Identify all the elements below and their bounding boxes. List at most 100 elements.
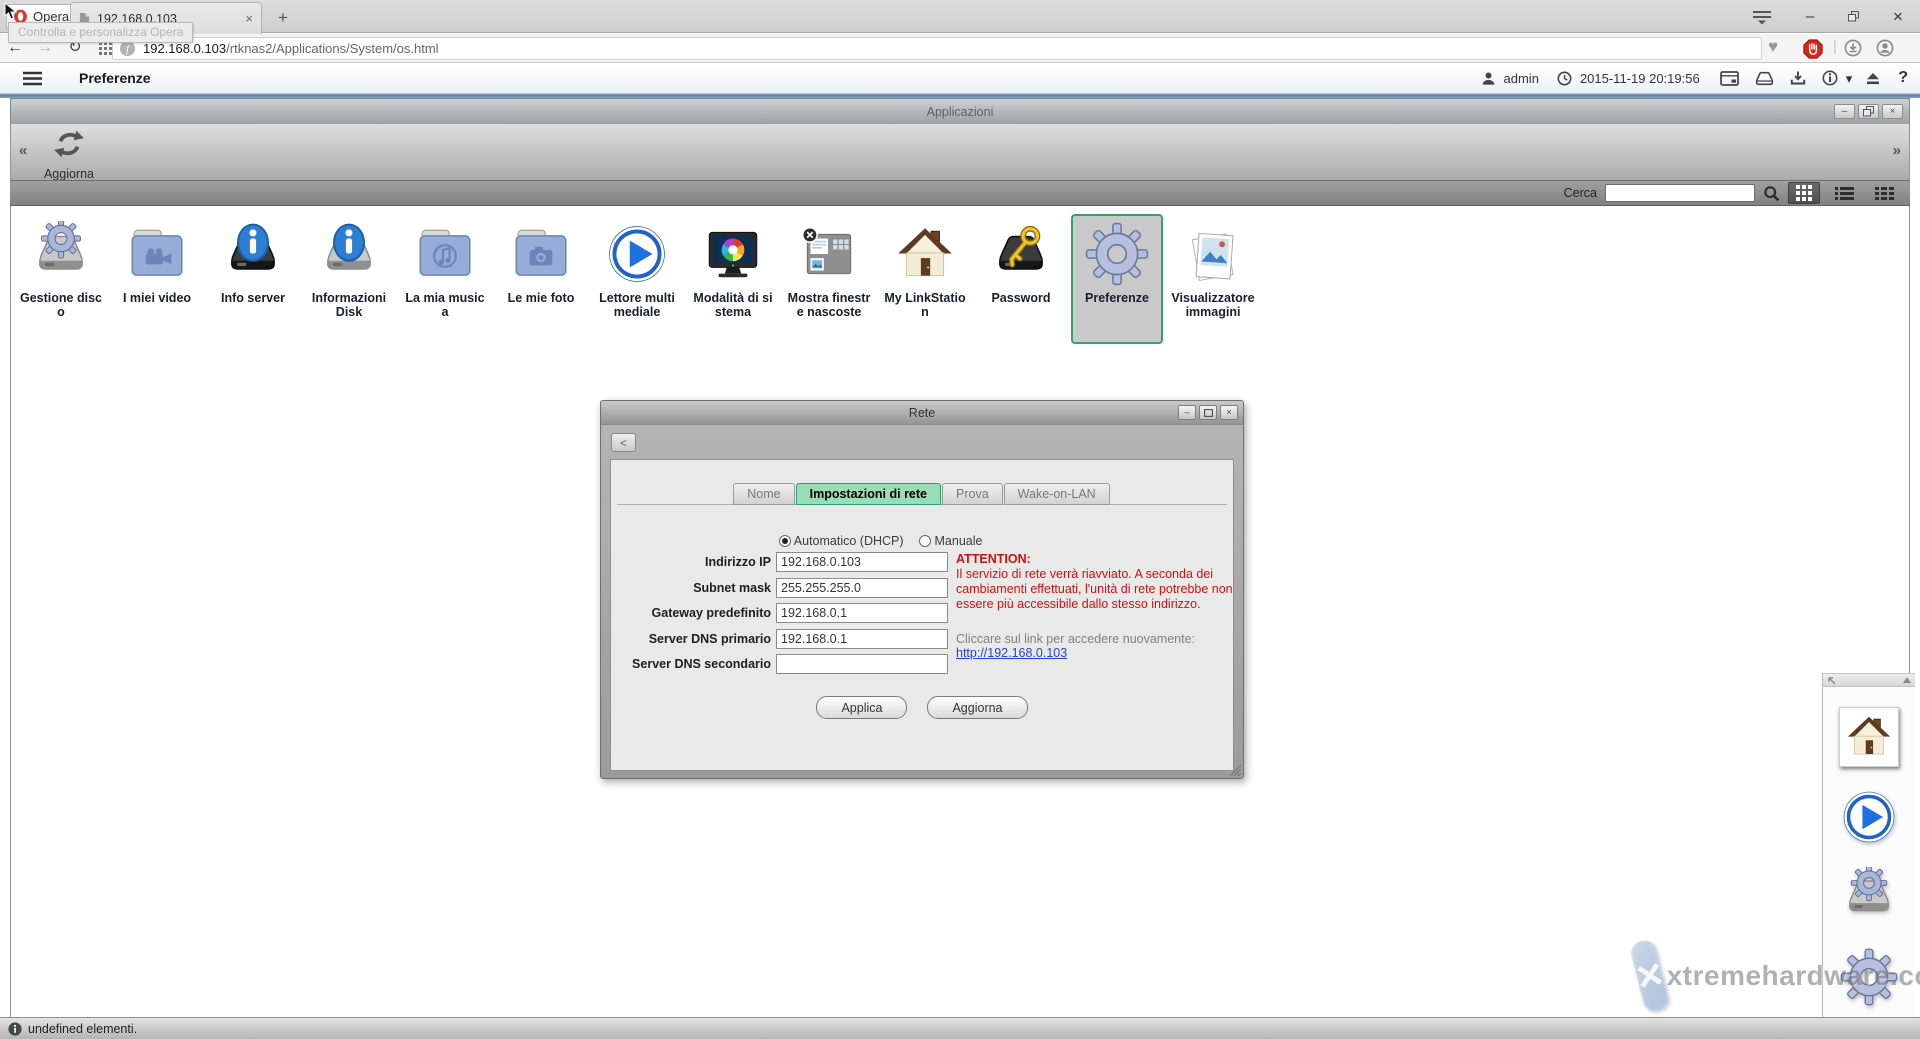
applications-window-titlebar[interactable]: Applicazioni – ×: [10, 98, 1910, 124]
hidden-windows-icon: [787, 221, 871, 287]
server-dns-secondario-input[interactable]: [776, 654, 948, 674]
app-folder-video[interactable]: I miei video: [111, 214, 203, 312]
dhcp-radio[interactable]: [779, 535, 791, 547]
disk-gear-icon: [1839, 867, 1899, 927]
gear-icon: [1839, 947, 1899, 1007]
refresh-button[interactable]: Aggiorna: [37, 128, 101, 181]
app-label: La mia musica: [403, 291, 487, 319]
tab-impostazioni-di-rete[interactable]: Impostazioni di rete: [796, 483, 941, 505]
server-dns-secondario-label: Server DNS secondario: [611, 657, 771, 671]
app-folder-music[interactable]: La mia musica: [399, 214, 491, 326]
user-name[interactable]: admin: [1504, 71, 1539, 86]
help-button[interactable]: ?: [1898, 69, 1908, 87]
refresh-dialog-button[interactable]: Aggiorna: [927, 696, 1027, 719]
scroll-up-icon[interactable]: [1903, 677, 1911, 683]
browser-menu-icon[interactable]: [1740, 0, 1784, 33]
restore-icon: [1848, 11, 1860, 22]
tab-nome[interactable]: Nome: [733, 483, 794, 505]
window-minimize-button[interactable]: –: [1788, 0, 1832, 33]
download-tray-icon[interactable]: [1790, 70, 1806, 86]
collapse-left-chevron[interactable]: «: [19, 142, 27, 159]
relogin-text: Cliccare sul link per accedere nuovament…: [956, 632, 1195, 646]
folder-photo-icon: [499, 221, 583, 287]
window-restore-button[interactable]: [1832, 0, 1876, 33]
app-home[interactable]: My LinkStation: [879, 214, 971, 326]
app-label: Preferenze: [1075, 291, 1159, 305]
app-gear[interactable]: Preferenze: [1071, 214, 1163, 344]
search-label: Cerca: [1564, 186, 1597, 200]
view-list-button[interactable]: [1828, 182, 1860, 204]
tab-prova[interactable]: Prova: [942, 483, 1003, 505]
close-icon: ×: [1890, 107, 1896, 117]
app-disk-info[interactable]: Informazioni Disk: [303, 214, 395, 326]
app-folder-photo[interactable]: Le mie foto: [495, 214, 587, 312]
dock-disk-gear[interactable]: [1823, 867, 1915, 927]
app-label: Mostra finestre nascoste: [787, 291, 871, 319]
desktop-window-icon[interactable]: [1720, 71, 1739, 86]
dialog-minimize-button[interactable]: –: [1178, 405, 1196, 420]
hamburger-menu-icon[interactable]: [22, 71, 43, 86]
bookmark-heart-icon[interactable]: ♥: [1768, 38, 1778, 55]
gateway-predefinito-input[interactable]: [776, 603, 948, 623]
minimize-icon: –: [1806, 9, 1814, 24]
dialog-titlebar[interactable]: Rete – ×: [601, 401, 1243, 425]
dock-media-player[interactable]: [1823, 787, 1915, 847]
profile-avatar-icon[interactable]: [1876, 39, 1894, 57]
browser-tab-bar: Opera 192.168.0.103 × + – ×: [0, 0, 1920, 33]
disk-gear-icon: [19, 221, 103, 287]
app-system-mode[interactable]: Modalità di sistema: [687, 214, 779, 326]
mouse-cursor: [4, 2, 17, 20]
app-media-player[interactable]: Lettore multimediale: [591, 214, 683, 326]
form-row: Indirizzo IP: [611, 552, 971, 572]
dock-home[interactable]: [1823, 707, 1915, 767]
app-label: My LinkStation: [883, 291, 967, 319]
new-tab-button[interactable]: +: [270, 6, 296, 30]
url-path: /rtknas2/Applications/System/os.html: [226, 41, 438, 56]
eject-icon[interactable]: [1866, 72, 1880, 85]
dialog-resize-grip[interactable]: [1228, 763, 1241, 776]
search-input[interactable]: [1605, 184, 1755, 202]
warning-text: ATTENTION: Il servizio di rete verrà ria…: [956, 552, 1234, 612]
info-circle-icon[interactable]: [1822, 70, 1838, 86]
connection-mode-radios: Automatico (DHCP) Manuale: [779, 534, 982, 548]
dialog-content-panel: NomeImpostazioni di reteProvaWake-on-LAN…: [610, 459, 1234, 771]
apply-button[interactable]: Applica: [816, 696, 907, 719]
app-hidden-windows[interactable]: Mostra finestre nascoste: [783, 214, 875, 326]
adblock-badge-icon[interactable]: [1803, 39, 1823, 59]
app-server-info[interactable]: Info server: [207, 214, 299, 312]
app-window-close-button[interactable]: ×: [1882, 104, 1903, 119]
tab-close-icon[interactable]: ×: [245, 12, 253, 25]
app-password-key[interactable]: Password: [975, 214, 1067, 312]
maximize-icon: [1204, 409, 1213, 417]
server-dns-primario-input[interactable]: [776, 629, 948, 649]
app-image-viewer[interactable]: Visualizzatore immagini: [1167, 214, 1259, 326]
manual-radio[interactable]: [919, 535, 931, 547]
dialog-maximize-button[interactable]: [1199, 405, 1217, 420]
close-icon: ×: [1226, 408, 1231, 417]
home-icon: [1839, 707, 1899, 767]
tab-wake-on-lan[interactable]: Wake-on-LAN: [1004, 483, 1110, 505]
app-window-restore-button[interactable]: [1858, 104, 1879, 119]
dock-gear[interactable]: [1823, 947, 1915, 1007]
dock-corner-arrow-icon[interactable]: [1827, 676, 1836, 685]
downloads-icon[interactable]: [1844, 39, 1862, 57]
view-grid-button[interactable]: [1788, 182, 1820, 204]
dialog-title: Rete: [909, 406, 935, 420]
caret-down-icon[interactable]: ▾: [1846, 72, 1853, 85]
drive-icon[interactable]: [1755, 71, 1774, 86]
relogin-link[interactable]: http://192.168.0.103: [956, 646, 1067, 660]
app-window-minimize-button[interactable]: –: [1834, 104, 1855, 119]
url-field[interactable]: f 192.168.0.103/rtknas2/Applications/Sys…: [112, 37, 1762, 60]
indirizzo-ip-input[interactable]: [776, 552, 948, 572]
view-detail-button[interactable]: [1868, 182, 1900, 204]
url-host: 192.168.0.103: [143, 41, 226, 56]
dialog-back-button[interactable]: <: [611, 433, 636, 452]
window-close-button[interactable]: ×: [1876, 0, 1920, 33]
app-disk-gear[interactable]: Gestione disco: [15, 214, 107, 326]
expand-right-chevron[interactable]: »: [1893, 142, 1901, 159]
dialog-close-button[interactable]: ×: [1220, 405, 1238, 420]
image-viewer-icon: [1171, 221, 1255, 287]
search-icon[interactable]: [1763, 185, 1780, 202]
subnet-mask-input[interactable]: [776, 578, 948, 598]
app-label: Visualizzatore immagini: [1171, 291, 1255, 319]
